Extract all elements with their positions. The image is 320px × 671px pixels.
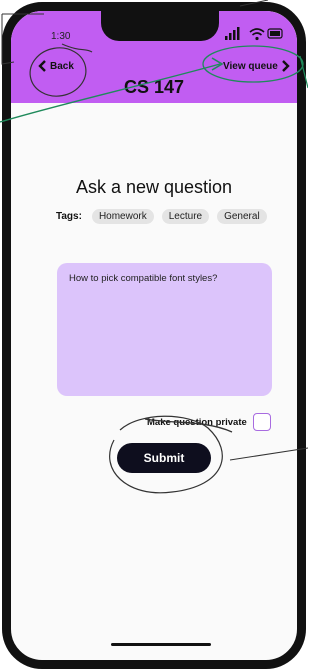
battery-icon bbox=[267, 28, 283, 39]
private-label: Make question private bbox=[147, 416, 247, 428]
wifi-icon bbox=[249, 28, 265, 41]
private-toggle-row: Make question private bbox=[147, 413, 271, 431]
tags-row: Tags: Homework Lecture General bbox=[56, 209, 267, 224]
phone-frame: 1:30 Back View queue CS 147 Ask a new qu… bbox=[2, 2, 306, 669]
home-indicator bbox=[111, 643, 211, 646]
back-label: Back bbox=[50, 60, 74, 72]
chevron-left-icon bbox=[38, 60, 46, 72]
view-queue-button[interactable]: View queue bbox=[223, 60, 290, 72]
question-input[interactable]: How to pick compatible font styles? bbox=[57, 263, 272, 396]
signal-icon bbox=[225, 27, 240, 40]
phone-notch bbox=[101, 11, 219, 41]
view-queue-label: View queue bbox=[223, 60, 278, 72]
status-icons bbox=[225, 27, 283, 41]
app-header: 1:30 Back View queue CS 147 bbox=[11, 11, 297, 103]
question-text: How to pick compatible font styles? bbox=[69, 273, 218, 284]
private-checkbox[interactable] bbox=[252, 413, 271, 431]
back-button[interactable]: Back bbox=[38, 60, 74, 72]
submit-button[interactable]: Submit bbox=[117, 443, 211, 473]
tags-label: Tags: bbox=[56, 211, 82, 222]
tag-general[interactable]: General bbox=[217, 209, 267, 224]
phone-screen: 1:30 Back View queue CS 147 Ask a new qu… bbox=[0, 0, 308, 671]
tag-lecture[interactable]: Lecture bbox=[161, 209, 210, 224]
status-time: 1:30 bbox=[51, 31, 71, 42]
course-title: CS 147 bbox=[123, 77, 185, 97]
page-title: Ask a new question bbox=[75, 177, 233, 197]
tag-homework[interactable]: Homework bbox=[91, 209, 154, 224]
chevron-right-icon bbox=[281, 60, 290, 72]
